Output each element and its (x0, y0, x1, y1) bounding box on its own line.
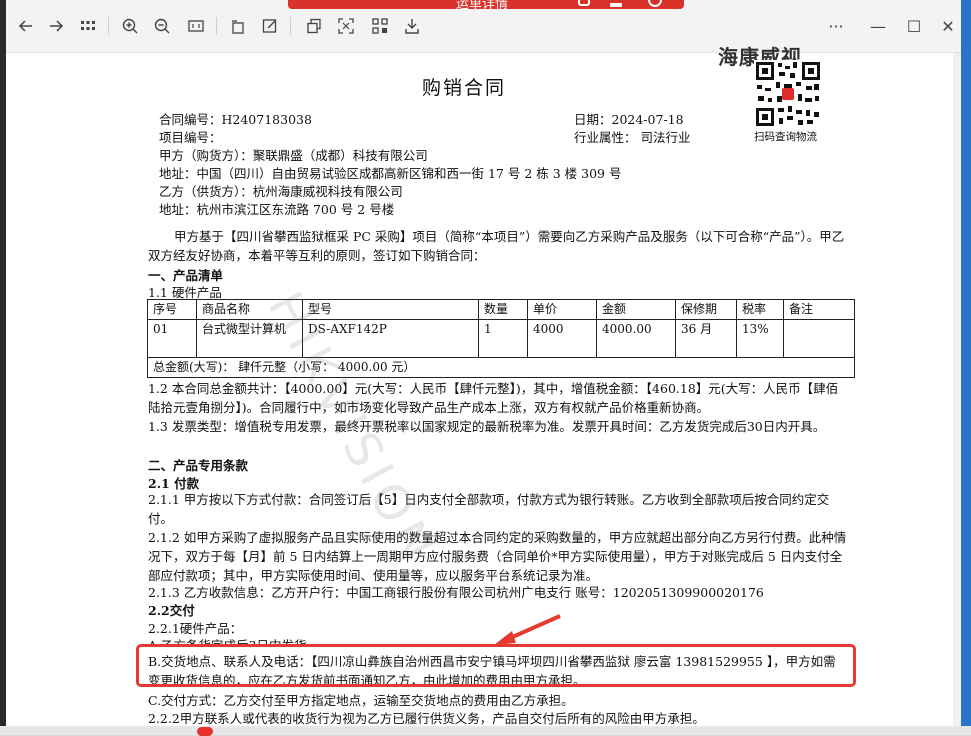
document-viewport[interactable]: 海康威视 扫码查询物流 购销合同 合同编号：H2407183038 日期：202… (6, 45, 961, 735)
red-arrow-icon (494, 614, 561, 645)
copy-icon[interactable] (302, 14, 326, 38)
project-number: 项目编号： (159, 130, 222, 145)
minimize-icon[interactable]: — (866, 14, 890, 38)
party-a-address: 地址：中国（四川）自由贸易试验区成都高新区锦和西一街 17 号 2 栋 3 楼 … (159, 166, 622, 181)
toolbar-separator (216, 17, 217, 35)
table-cell: 4000 (527, 319, 597, 358)
table-header-row: 序号 商品名称 型号 数量 单价 金额 保修期 税率 备注 (147, 299, 855, 320)
shipment-detail-bar[interactable]: 运单详情 (288, 0, 684, 9)
industry-attribute: 行业属性： 司法行业 (574, 130, 691, 145)
more-icon[interactable]: ··· (824, 14, 848, 38)
back-icon[interactable] (14, 14, 38, 38)
scan-icon[interactable] (334, 14, 358, 38)
toolbar-separator (108, 17, 109, 35)
contract-number: 合同编号：H2407183038 (159, 112, 312, 127)
clause-2-1-1: 2.1.1 甲方按以下方式付款：合同签订后【5】日内支付全部款项，付款方式为银行… (148, 492, 830, 526)
table-cell: 01 (147, 319, 197, 358)
maximize-icon[interactable]: ☐ (902, 14, 926, 38)
clause-2-1-3: 2.1.3 乙方收款信息：乙方开户行：中国工商银行股份有限公司杭州广电支行 账号… (148, 585, 764, 600)
clause-2-2-1-c: C.交付方式：乙方交付至甲方指定地点，运输至交货地点的费用由乙方承担。 (148, 693, 574, 708)
fit-icon[interactable] (184, 14, 208, 38)
menu-icon[interactable] (578, 0, 590, 6)
clause-2-2-1-a: A.乙方备货完成后3日内发货 (148, 635, 306, 644)
product-table: 序号 商品名称 型号 数量 单价 金额 保修期 税率 备注 01 台式微型计算机… (147, 299, 855, 378)
edit-icon[interactable] (258, 14, 282, 38)
minimize-bar-icon[interactable] (610, 3, 622, 7)
shipment-detail-title: 运单详情 (456, 0, 509, 9)
table-cell: 4000.00 (596, 319, 676, 358)
logistics-qr-code[interactable] (754, 60, 822, 128)
table-header: 数量 (478, 299, 528, 320)
clause-2-2-2: 2.2.2甲方联系人或代表的收货行为视为乙方已履行供货义务，产品自交付后所有的风… (148, 711, 705, 726)
table-cell: 13% (736, 319, 784, 358)
table-cell: 36 月 (675, 319, 737, 358)
section-2-heading: 二、产品专用条款 (148, 458, 249, 473)
party-b-address: 地址：杭州市滨江区东流路 700 号 2 号楼 (159, 202, 395, 217)
zoom-in-icon[interactable] (118, 14, 142, 38)
party-b: 乙方（供货方）：杭州海康威视科技有限公司 (159, 184, 403, 199)
section-2-2-heading: 2.2交付 (148, 603, 195, 618)
clause-1-2: 1.2 本合同总金额共计：【4000.00】元(大写：人民币【肆仟元整】)，其中… (148, 381, 839, 415)
table-header: 税率 (736, 299, 784, 320)
table-header: 保修期 (675, 299, 737, 320)
record-icon[interactable] (648, 0, 662, 7)
contract-date: 日期：2024-07-18 (574, 112, 684, 127)
table-row: 01 台式微型计算机 DS-AXF142P 1 4000 4000.00 36 … (147, 319, 855, 358)
contract-page: 海康威视 扫码查询物流 购销合同 合同编号：H2407183038 日期：202… (6, 45, 961, 735)
taskbar (0, 726, 971, 736)
table-total-row: 总金额(大写)： 肆仟元整（小写： 4000.00 元） (147, 357, 855, 378)
table-cell: 1 (478, 319, 528, 358)
intro-paragraph: 甲方基于【四川省攀西监狱框采 PC 采购】项目（简称“本项目”）需要向乙方采购产… (148, 229, 845, 263)
table-header: 型号 (302, 299, 479, 320)
toolbar-separator (290, 17, 291, 35)
vertical-scrollbar[interactable] (953, 53, 961, 735)
close-icon[interactable]: ✕ (936, 14, 960, 38)
table-header: 单价 (527, 299, 597, 320)
table-cell (783, 319, 855, 358)
contract-title: 购销合同 (422, 77, 507, 99)
pdf-viewer-window: ··· — ☐ ✕ 海康威视 扫码查询物流 购销合同 合同编号：H2407183… (6, 0, 961, 735)
rotate-icon[interactable] (226, 14, 250, 38)
background-right (961, 0, 971, 735)
clause-1-3: 1.3 发票类型：增值税专用发票，最终开票税率以国家规定的最新税率为准。发票开具… (148, 419, 826, 434)
table-header: 序号 (147, 299, 197, 320)
table-header: 备注 (783, 299, 855, 320)
qr-icon[interactable] (368, 14, 392, 38)
download-icon[interactable] (400, 14, 424, 38)
forward-icon[interactable] (44, 14, 68, 38)
grid-icon[interactable] (76, 14, 100, 38)
party-a: 甲方（购货方）：聚联鼎盛（成都）科技有限公司 (159, 148, 428, 163)
table-total: 总金额(大写)： 肆仟元整（小写： 4000.00 元） (147, 357, 855, 378)
table-header: 金额 (596, 299, 676, 320)
qr-label: 扫码查询物流 (754, 131, 817, 143)
zoom-out-icon[interactable] (150, 14, 174, 38)
clause-2-1-2: 2.1.2 如甲方采购了虚拟服务产品且实际使用的数量超过本合同约定的采购数量的，… (148, 530, 847, 583)
